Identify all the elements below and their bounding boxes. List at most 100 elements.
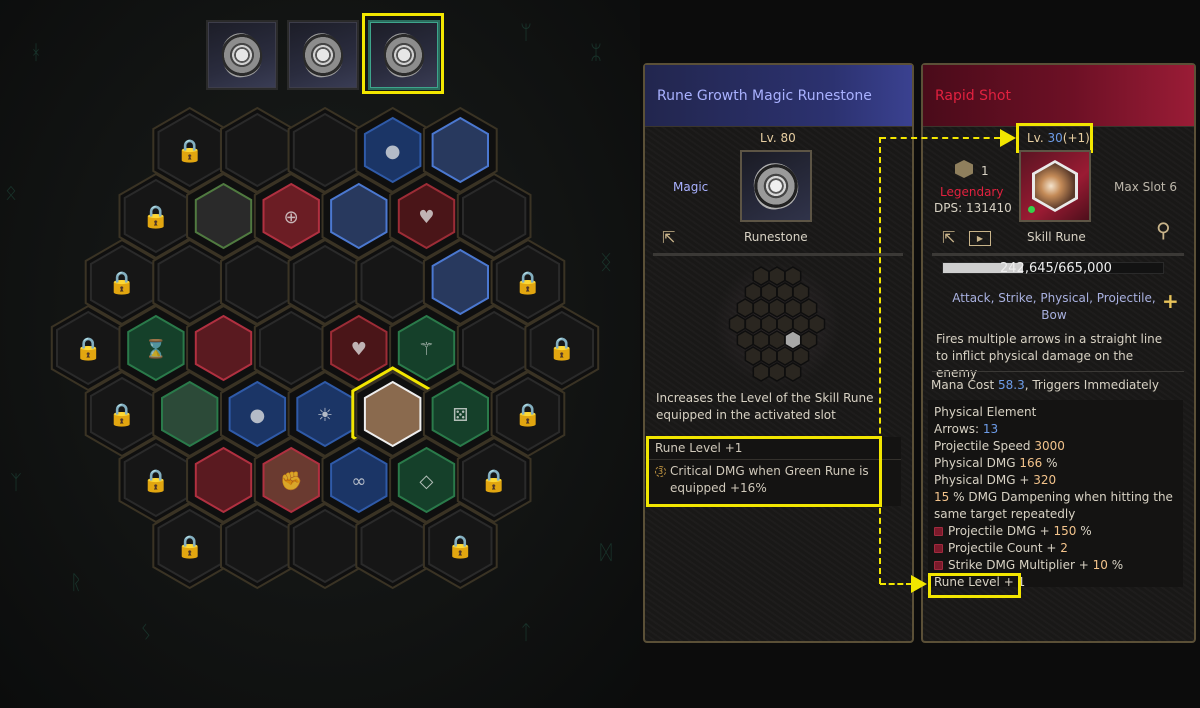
stat-modifier: Projectile Count + 2 [934, 540, 1177, 557]
slot-map-active-cell [784, 330, 802, 350]
runestone-bonus-effect: Critical DMG when Green Rune is equipped… [670, 464, 869, 495]
runestone-item-icon[interactable] [740, 150, 812, 222]
blue-infinity-icon: ∞ [351, 471, 366, 492]
slot-map-cell [792, 282, 810, 302]
red-shield-icon: ♥ [418, 207, 434, 228]
connector-line [879, 137, 881, 584]
divider [653, 253, 903, 256]
socket-green-dot [1028, 206, 1035, 213]
slot-map-cell [776, 282, 794, 302]
slot-map-grid [728, 266, 826, 382]
slot-map-cell [752, 266, 770, 286]
skill-title: Rapid Shot [935, 87, 1011, 104]
runestone-title: Rune Growth Magic Runestone [657, 87, 872, 104]
slot-map-cell [744, 346, 762, 366]
slot-map-cell [760, 346, 778, 366]
slot-map-cell [784, 298, 802, 318]
connector-arrow-icon [1000, 129, 1016, 147]
lock-icon: 🔒 [480, 469, 507, 494]
runestone-level: Lv. 80 [760, 131, 796, 145]
skill-dps: DPS: 131410 [934, 201, 1012, 215]
stat-modifier: Strike DMG Multiplier + 10 % [934, 557, 1177, 574]
rune-count: 1 [981, 164, 989, 178]
rune-board: ᚼ ᛘ ᛯ ᛟ ᛝ ᛉ ᚱ ᛞ ᛏ ᛊ 🔒 ● 🔒 ⊕ ♥ 🔒 🔒 🔒 ⌛ ♥ ⚚ 🔒 🔒 ● ☀ ⚄ 🔒 🔒 ✊ ∞… [0, 0, 640, 708]
blue-droplet-icon: ● [249, 405, 265, 426]
skill-description: Fires multiple arrows in a straight line… [936, 332, 1163, 380]
connector-line [880, 583, 912, 585]
stat-arrows: Arrows: 13 [934, 422, 999, 436]
add-tag-icon[interactable]: + [1162, 289, 1179, 313]
stat-physical-flat: Physical DMG + 320 [934, 473, 1057, 487]
rune-hex-grid: 🔒 ● 🔒 ⊕ ♥ 🔒 🔒 🔒 ⌛ ♥ ⚚ 🔒 🔒 ● ☀ ⚄ 🔒 🔒 ✊ ∞ ◇ 🔒 🔒 🔒 [50, 106, 600, 590]
play-video-icon[interactable]: ▶ [969, 231, 991, 246]
green-dice-icon: ⚄ [452, 405, 468, 426]
runestone-type: Magic [673, 180, 709, 194]
slot-map-cell [760, 282, 778, 302]
slot-map-cell [736, 330, 754, 350]
runestone-item-label: Runestone [744, 230, 808, 244]
skill-level-bonus: (+1) [1062, 131, 1090, 145]
runestone-description: Increases the Level of the Skill Rune eq… [656, 391, 874, 422]
skill-level-value: 30 [1047, 131, 1063, 145]
slot-map-cell [784, 362, 802, 382]
skill-tags: Attack, Strike, Physical, Projectile, Bo… [952, 291, 1156, 322]
skill-panel-header: Rapid Shot [923, 65, 1194, 127]
slot-map-cell [760, 314, 778, 334]
max-slot: Max Slot 6 [1114, 180, 1178, 194]
connector-arrow-icon [911, 575, 927, 593]
stat-dampening: 15 % DMG Dampening when hitting the same… [934, 490, 1173, 521]
skill-level-prefix: Lv. [1027, 131, 1044, 145]
stat-projectile-speed: Projectile Speed 3000 [934, 439, 1065, 453]
lock-icon: 🔒 [514, 403, 541, 428]
runestone-rune-level: Rune Level +1 [649, 437, 901, 460]
slot-map-cell [784, 266, 802, 286]
slot-map-cell [768, 266, 786, 286]
skill-item-label: Skill Rune [1027, 230, 1086, 244]
blue-droplet-icon: ● [385, 141, 401, 162]
slot-map-cell [808, 314, 826, 334]
slot-map-cell [792, 314, 810, 334]
slot-map-cell [800, 330, 818, 350]
slot-map-cell [752, 298, 770, 318]
share-icon[interactable]: ⇱ [942, 230, 955, 246]
xp-text: 242,645/665,000 [1000, 261, 1112, 276]
stat-element: Physical Element [934, 405, 1037, 419]
modifier-bullet-icon [934, 561, 943, 570]
red-fist-icon: ✊ [280, 471, 302, 492]
skill-rune-item-icon[interactable] [1019, 150, 1091, 222]
stat-modifier: Projectile DMG + 150 % [934, 523, 1177, 540]
modifier-bullet-icon [934, 544, 943, 553]
slot-map-cell [800, 298, 818, 318]
slot-map-cell [768, 362, 786, 382]
bonus-count-icon: 3 [655, 466, 666, 477]
skill-stats-box: Physical Element Arrows: 13 Projectile S… [928, 400, 1183, 589]
runestone-effects: Rune Level +1 3 Critical DMG when Green … [649, 437, 901, 506]
skill-rune-level: Rune Level + 1 [934, 575, 1026, 589]
lock-icon: 🔒 [142, 469, 169, 494]
slot-map-cell [776, 314, 794, 334]
slot-map-cell [744, 282, 762, 302]
red-orb-icon: ⊕ [284, 207, 299, 228]
green-hourglass-icon: ⌛ [145, 338, 167, 360]
slot-map-cell [728, 314, 746, 334]
divider [932, 371, 1184, 372]
lock-icon: 🔒 [75, 337, 102, 362]
slot-map-cell [768, 298, 786, 318]
slot-map-cell [792, 346, 810, 366]
blue-sun-icon: ☀ [317, 405, 333, 426]
lock-icon: 🔒 [108, 271, 135, 296]
red-shield-icon: ♥ [351, 339, 367, 360]
share-icon[interactable]: ⇱ [662, 230, 675, 246]
lock-icon: 🔒 [176, 535, 203, 560]
slot-map-cell [768, 330, 786, 350]
skill-level: Lv. 30(+1) [1027, 131, 1090, 145]
runestone-panel-header: Rune Growth Magic Runestone [645, 65, 912, 127]
slot-map-cell [752, 330, 770, 350]
lock-icon: 🔒 [108, 403, 135, 428]
connector-line [880, 137, 1000, 139]
lock-icon: 🔒 [176, 139, 203, 164]
lock-icon: 🔒 [447, 535, 474, 560]
stat-physical-dmg: Physical DMG 166 % [934, 456, 1058, 470]
magnify-icon[interactable]: ⚲ [1156, 220, 1171, 240]
slot-map-cell [744, 314, 762, 334]
